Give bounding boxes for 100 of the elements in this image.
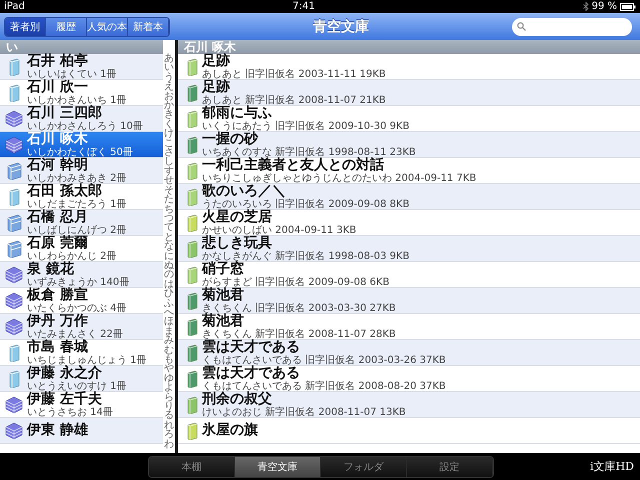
work-details: けいよのおじ 新字旧仮名 2008-11-07 13KB [202, 406, 406, 418]
index-letter[interactable]: な [164, 242, 174, 252]
index-letter[interactable]: け [164, 129, 174, 139]
work-details: かなしきがんぐ 新字旧仮名 1998-08-03 9KB [202, 250, 410, 262]
index-letter[interactable]: す [164, 166, 174, 176]
author-row[interactable]: 石橋 忍月 いしばしにんげつ 2冊 [0, 210, 163, 236]
search-icon [517, 22, 526, 31]
segment-tab[interactable]: 履歴 [46, 18, 87, 36]
segment-tab[interactable]: 著者別 [5, 18, 46, 36]
index-letter[interactable]: そ [164, 186, 174, 196]
index-letter[interactable]: う [164, 72, 174, 82]
author-row[interactable]: 石河 幹明 いしかわみきあき 2冊 [0, 158, 163, 184]
book-icon [186, 58, 198, 76]
work-row[interactable]: 菊池君 きくちくん 新字旧仮名 2008-11-07 28KB [178, 314, 640, 340]
index-letter[interactable]: ま [164, 326, 174, 336]
author-reading: いしばしにんげつ 2冊 [27, 224, 127, 236]
index-letter[interactable]: へ [164, 308, 174, 318]
tab[interactable]: 設定 [407, 456, 493, 476]
author-row[interactable]: 泉 鏡花 いずみきょうか 140冊 [0, 262, 163, 288]
section-header: い [0, 40, 163, 54]
index-letter[interactable]: と [164, 232, 174, 242]
index-letter[interactable]: せ [164, 176, 174, 186]
author-reading: いたみまんさく 22冊 [27, 328, 123, 340]
index-letter[interactable]: ひ [164, 289, 174, 299]
index-letter[interactable]: あ [164, 54, 174, 64]
work-details: いちあくのすな 新字旧仮名 1998-08-11 23KB [202, 146, 416, 158]
index-letter[interactable]: き [164, 110, 174, 120]
index-letter[interactable]: の [164, 270, 174, 280]
index-letter[interactable]: に [164, 252, 174, 261]
index-letter[interactable]: ゆ [164, 374, 174, 384]
tab[interactable]: フォルダ [321, 456, 407, 476]
index-letter[interactable]: よ [164, 383, 174, 393]
book-icon [186, 162, 198, 180]
author-row[interactable]: 板倉 勝宣 いたくらかつのぶ 4冊 [0, 288, 163, 314]
index-letter[interactable]: ほ [164, 317, 174, 327]
author-reading: いとうえいのすけ 1冊 [27, 380, 127, 392]
index-letter[interactable]: い [164, 63, 174, 73]
index-letter[interactable]: ち [164, 204, 174, 214]
author-name: 市島 春城 [27, 340, 89, 354]
index-letter[interactable]: さ [164, 148, 174, 158]
work-row[interactable]: 悲しき玩具 かなしきがんぐ 新字旧仮名 1998-08-03 9KB [178, 236, 640, 262]
index-letter[interactable]: え [164, 82, 174, 92]
work-details: あしあと 旧字旧仮名 2003-11-11 19KB [202, 68, 386, 80]
work-row[interactable]: 火星の芝居 かせいのしばい 2004-09-11 3KB [178, 210, 640, 236]
work-title: 氷屋の旗 [202, 423, 258, 438]
author-row[interactable]: 伊丹 万作 いたみまんさく 22冊 [0, 314, 163, 340]
index-letter[interactable]: か [164, 101, 174, 110]
author-row[interactable]: 石井 柏亭 いしいはくてい 1冊 [0, 54, 163, 80]
author-row[interactable]: 市島 春城 いちじましゅんじょう 1冊 [0, 340, 163, 366]
work-row[interactable]: 歌のいろ／＼ うたのいろいろ 旧字旧仮名 2009-09-08 8KB [178, 184, 640, 210]
author-row[interactable]: 伊藤 永之介 いとうえいのすけ 1冊 [0, 366, 163, 392]
index-letter[interactable]: る [164, 411, 174, 421]
index-letter[interactable]: く [164, 120, 174, 130]
author-row[interactable]: 石川 欣一 いしかわきんいち 1冊 [0, 80, 163, 106]
work-row[interactable]: 一利己主義者と友人との対話 いちりこしゅぎしゃとゆうじんとのたいわ 2004-09-11 7KB [178, 158, 640, 184]
segment-tab[interactable]: 新着本 [128, 18, 169, 36]
tab[interactable]: 青空文庫 [235, 456, 321, 476]
book-icon [8, 58, 20, 76]
work-row[interactable]: 硝子窓 がらすまど 旧字旧仮名 2009-09-08 6KB [178, 262, 640, 288]
tab[interactable]: 本棚 [149, 456, 235, 476]
index-letter[interactable]: れ [164, 420, 174, 430]
index-letter[interactable]: わ [164, 440, 174, 450]
work-row[interactable]: 刑余の叔父 けいよのおじ 新字旧仮名 2008-11-07 13KB [178, 392, 640, 418]
author-row[interactable]: 石川 啄木 いしかわたくぼく 50冊 [0, 132, 163, 158]
author-row[interactable]: 石原 莞爾 いしわらかんじ 2冊 [0, 236, 163, 262]
author-reading: いたくらかつのぶ 4冊 [27, 302, 127, 314]
author-name: 石河 幹明 [27, 158, 89, 172]
index-letter[interactable]: て [164, 223, 174, 233]
work-title: 菊池君 [202, 314, 245, 328]
index-letter[interactable]: ら [164, 392, 174, 402]
author-row[interactable]: 石川 三四郎 いしかわさんしろう 10冊 [0, 106, 163, 132]
index-letter[interactable]: つ [164, 214, 174, 224]
work-details: かせいのしばい 2004-09-11 3KB [202, 224, 356, 236]
search-field[interactable] [512, 18, 632, 36]
index-letter[interactable]: む [164, 346, 174, 355]
index-letter[interactable]: み [164, 336, 174, 346]
index-letter[interactable]: も [164, 355, 174, 364]
index-letter[interactable]: は [164, 280, 174, 290]
author-reading: いしいはくてい 1冊 [27, 68, 117, 80]
index-letter[interactable]: ふ [164, 298, 174, 308]
work-row[interactable]: 一握の砂 いちあくのすな 新字旧仮名 1998-08-11 23KB [178, 132, 640, 158]
book-icon [186, 110, 198, 128]
index-letter[interactable]: ぬ [164, 260, 174, 270]
index-letter[interactable]: や [164, 364, 174, 374]
index-letter[interactable]: り [164, 402, 174, 412]
index-letter[interactable]: ろ [164, 430, 174, 440]
work-row[interactable]: 足跡 あしあと 旧字旧仮名 2003-11-11 19KB [178, 54, 640, 80]
work-row[interactable]: 郁雨に与ふ いくうにあたう 旧字旧仮名 2009-10-30 9KB [178, 106, 640, 132]
author-row[interactable]: 伊東 静雄 [0, 418, 163, 444]
index-letter[interactable]: た [164, 195, 174, 204]
author-row[interactable]: 伊藤 左千夫 いとうさちお 14冊 [0, 392, 163, 418]
work-row[interactable]: 雲は天才である くもはてんさいである 新字旧仮名 2008-08-20 37KB [178, 366, 640, 392]
work-row[interactable]: 足跡 あしあと 新字旧仮名 2008-11-07 21KB [178, 80, 640, 106]
author-row[interactable]: 石田 孫太郎 いしだまごたろう 1冊 [0, 184, 163, 210]
work-row[interactable]: 菊池君 きくちくん 旧字旧仮名 2003-03-30 27KB [178, 288, 640, 314]
index-letter[interactable]: し [164, 157, 174, 167]
index-letter[interactable]: こ [164, 138, 174, 148]
segment-tab[interactable]: 人気の本 [87, 18, 128, 36]
work-row[interactable]: 雲は天才である くもはてんさいである 旧字旧仮名 2003-03-26 37KB [178, 340, 640, 366]
index-letter[interactable]: お [164, 92, 174, 102]
